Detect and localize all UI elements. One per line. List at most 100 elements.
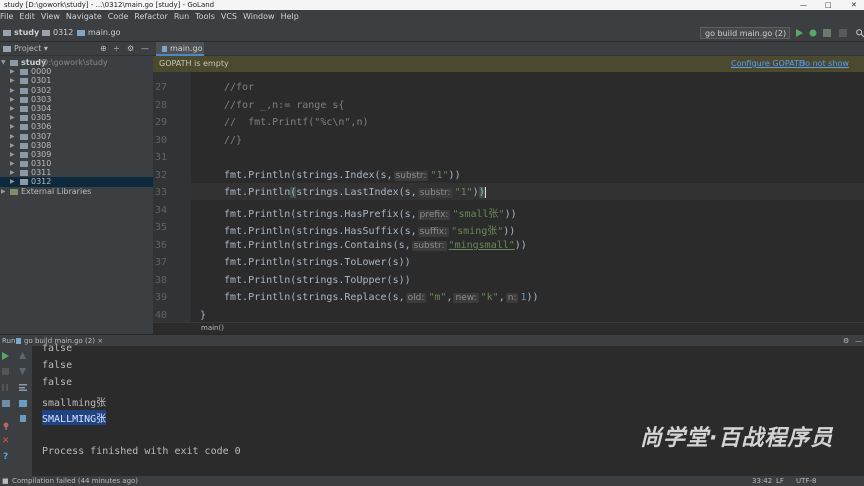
menu-refactor[interactable]: Refactor [134,12,168,21]
folder-icon [20,69,28,76]
tree-folder-0312[interactable]: ▶ 0312 [0,177,153,187]
tree-root[interactable]: ▼ study D:\gowork\study [0,58,153,67]
tree-folder-0311[interactable]: ▶ 0311 [0,168,153,177]
chevron-right-icon: ▶ [10,77,15,85]
layout-icon[interactable] [2,400,10,407]
status-message[interactable]: Compilation failed (44 minutes ago) [12,476,138,486]
configure-gopath-link[interactable]: Configure GOPATH [731,56,805,72]
project-panel-header: Project ▾ ⊕ ÷ ⚙ — [0,42,153,56]
folder-icon [20,124,28,131]
menu-file[interactable]: File [0,12,13,21]
tree-external-libraries[interactable]: ▶ External Libraries [0,187,153,196]
search-icon[interactable] [856,29,864,37]
cursor-position[interactable]: 33:42 [752,476,772,486]
folder-icon [20,161,28,168]
tree-folder-0310[interactable]: ▶ 0310 [0,159,153,168]
file-encoding[interactable]: UTF-8 [796,476,816,486]
menu-help[interactable]: Help [281,12,299,21]
line-number: 38 [154,275,167,286]
chevron-right-icon: ▶ [1,187,6,195]
chevron-right-icon: ▶ [10,114,15,122]
stop-icon[interactable] [2,368,9,375]
menu-code[interactable]: Code [108,12,128,21]
collapse-icon[interactable]: ÷ [113,42,120,56]
line-number: 32 [154,170,167,181]
code-line-32: fmt.Println(strings.Index(s, substr: "1")) [224,170,461,181]
chevron-right-icon: ▶ [10,123,15,131]
code-line-33: fmt.Println(strings.LastIndex(s, substr: "… [224,187,486,198]
watermark-logo: 尚学堂·百战程序员 [640,426,834,451]
tree-folder-0307[interactable]: ▶ 0307 [0,132,153,141]
menu-window[interactable]: Window [243,12,275,21]
pause-icon[interactable] [2,384,9,391]
close-icon[interactable]: ✕ [851,0,857,10]
run-output[interactable]: false false false smallming张 SMALLMING张 … [32,343,864,476]
breadcrumb-project[interactable]: study [3,28,39,37]
gopath-banner: GOPATH is empty Configure GOPATH Do not … [153,56,864,84]
chevron-right-icon: ▶ [10,68,15,76]
project-panel-title[interactable]: Project [14,44,41,53]
breadcrumb-folder[interactable]: 0312 [42,28,73,37]
run-config-select[interactable]: go build main.go (2) ▾ [700,27,790,49]
tree-folder-0000[interactable]: ▶ 0000 [0,67,153,76]
maximize-icon[interactable]: □ [825,0,832,10]
menu-vcs[interactable]: VCS [221,12,237,21]
output-line: false [42,343,73,354]
soft-wrap-icon[interactable] [19,384,27,391]
run-icon[interactable] [795,29,803,37]
up-icon[interactable] [19,352,26,359]
chevron-right-icon: ▶ [10,178,15,186]
rerun-icon[interactable] [2,352,9,360]
menu-edit[interactable]: Edit [19,12,35,21]
breadcrumb-function[interactable]: main() [201,324,224,332]
chevron-down-icon[interactable]: ▾ [44,44,48,53]
line-separator[interactable]: LF [776,476,784,486]
tree-folder-0306[interactable]: ▶ 0306 [0,122,153,131]
menu-navigate[interactable]: Navigate [66,12,102,21]
breadcrumb-file[interactable]: main.go [77,28,121,37]
folder-icon [20,133,28,140]
hide-icon[interactable]: — [141,42,149,56]
code-line-38: fmt.Println(strings.ToUpper(s)) [224,275,411,286]
line-number: 27 [154,82,167,93]
folder-icon [20,151,28,158]
help-icon[interactable]: ? [3,452,8,462]
tree-folder-0308[interactable]: ▶ 0308 [0,141,153,150]
window-title: study [D:\gowork\study] - ...\0312\main.… [4,1,215,9]
gear-icon[interactable]: ⚙ [127,42,134,56]
tab-main-go[interactable]: main.go × [156,42,204,66]
menu-view[interactable]: View [41,12,60,21]
chevron-right-icon: ▶ [10,104,15,112]
sync-icon[interactable]: ⊕ [100,42,107,56]
file-icon [162,46,167,52]
line-number: 33 [154,187,167,198]
tree-folder-0303[interactable]: ▶ 0303 [0,95,153,104]
tree-folder-0309[interactable]: ▶ 0309 [0,150,153,159]
down-icon[interactable] [19,368,26,375]
code-editor[interactable]: //for //for _,n:= range s{ // fmt.Printf… [191,72,864,322]
pin-icon[interactable] [2,422,10,430]
folder-icon [20,96,28,103]
close-icon[interactable]: ✕ [2,436,10,446]
coverage-icon[interactable] [823,29,831,37]
tree-folder-0302[interactable]: ▶ 0302 [0,86,153,95]
navigation-bar: study 0312 main.go go build main.go (2) … [0,24,864,49]
tree-folder-0305[interactable]: ▶ 0305 [0,113,153,122]
close-icon[interactable]: × [97,337,103,345]
folder-icon [3,30,11,36]
tree-folder-0304[interactable]: ▶ 0304 [0,104,153,113]
menu-run[interactable]: Run [174,12,189,21]
menu-tools[interactable]: Tools [195,12,215,21]
output-line: false [42,360,73,371]
chevron-right-icon: ▶ [10,160,15,168]
debug-icon[interactable] [809,29,817,37]
code-line-36: fmt.Println(strings.Contains(s, substr: "m… [224,240,527,251]
stop-icon[interactable] [839,29,847,37]
editor-gutter: 27 28 29 30 31 32 33 34 35 36 37 38 39 4… [153,72,197,322]
project-panel: Project ▾ ⊕ ÷ ⚙ — ▼ study D:\gowork\stud… [0,42,153,334]
minimize-icon[interactable]: — [800,0,807,10]
print-icon[interactable] [19,400,27,407]
tree-folder-0301[interactable]: ▶ 0301 [0,76,153,85]
trash-icon[interactable] [19,414,27,422]
compile-status-icon[interactable]: ■ [2,476,9,486]
